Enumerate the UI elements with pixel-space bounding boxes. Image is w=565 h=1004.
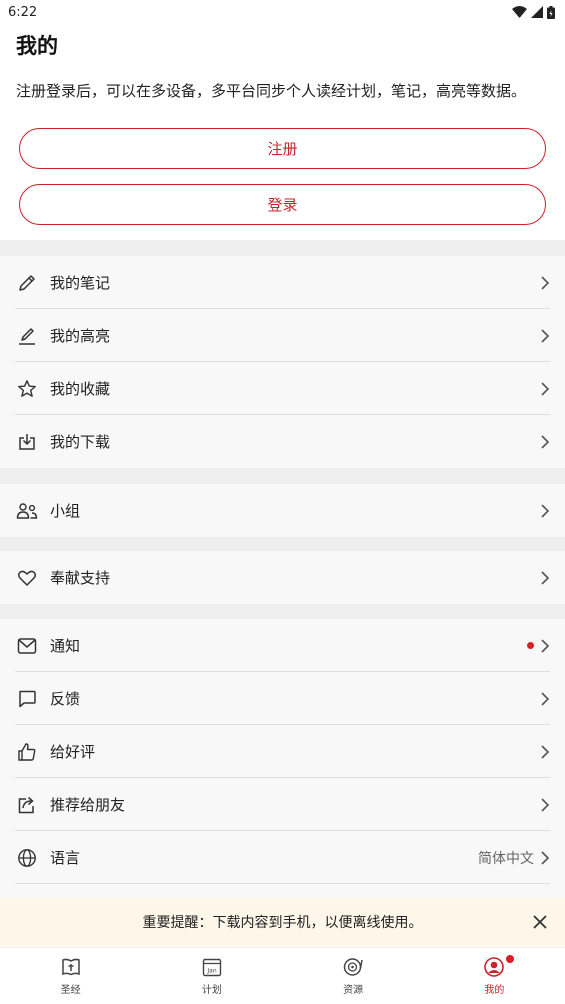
menu-group-groups: 小组	[0, 484, 565, 537]
tab-label-resources: 资源	[343, 985, 364, 996]
chevron-right-icon	[541, 381, 550, 396]
chevron-right-icon	[541, 503, 550, 518]
register-button[interactable]: 注册	[19, 128, 546, 169]
language-value: 简体中文	[478, 850, 534, 867]
menu-label-rate: 给好评	[50, 743, 96, 761]
row-separator	[15, 883, 550, 884]
menu-label-recommend: 推荐给朋友	[50, 796, 126, 814]
tab-plan[interactable]: Jan 计划	[141, 948, 282, 1004]
menu-item-rate[interactable]: 给好评	[0, 725, 565, 778]
menu-label-feedback: 反馈	[50, 690, 81, 708]
menu-label-language: 语言	[50, 849, 81, 867]
tab-mine[interactable]: 我的	[424, 948, 565, 1004]
menu-item-highlights[interactable]: 我的高亮	[0, 309, 565, 362]
banner-text: 重要提醒：下载内容到手机，以便离线使用。	[142, 915, 423, 931]
chevron-right-icon	[541, 328, 550, 343]
chevron-right-icon	[541, 275, 550, 290]
tab-mine-badge	[505, 955, 514, 963]
heart-icon	[16, 567, 38, 589]
notification-dot	[527, 642, 534, 649]
tab-resources[interactable]: 资源	[283, 948, 424, 1004]
section-divider	[0, 468, 565, 484]
thumbs-up-icon	[16, 741, 38, 763]
menu-label-highlights: 我的高亮	[50, 327, 111, 345]
menu-label-donate: 奉献支持	[50, 569, 111, 587]
download-icon	[16, 431, 38, 453]
page-title: 我的	[16, 34, 58, 58]
menu-group-donate: 奉献支持	[0, 551, 565, 604]
menu-label-groups: 小组	[50, 502, 81, 520]
bottom-tab-bar: 圣经 Jan 计划 资源 我的	[0, 947, 565, 1004]
menu-item-feedback[interactable]: 反馈	[0, 672, 565, 725]
tab-label-plan: 计划	[201, 985, 222, 996]
status-icons	[512, 5, 555, 19]
chevron-right-icon	[541, 797, 550, 812]
menu-item-donate[interactable]: 奉献支持	[0, 551, 565, 604]
menu-label-notifications: 通知	[50, 637, 81, 655]
menu-item-recommend[interactable]: 推荐给朋友	[0, 778, 565, 831]
menu-item-favorites[interactable]: 我的收藏	[0, 362, 565, 415]
mail-icon	[16, 635, 38, 657]
login-button[interactable]: 登录	[19, 184, 546, 225]
chevron-right-icon	[541, 638, 550, 653]
section-divider	[0, 240, 565, 256]
tab-label-bible: 圣经	[60, 985, 81, 996]
chevron-right-icon	[541, 850, 550, 865]
star-icon	[16, 378, 38, 400]
chevron-right-icon	[541, 570, 550, 585]
bible-icon	[61, 958, 80, 976]
menu-group-personal: 我的笔记 我的高亮 我的收藏 我的下载	[0, 256, 565, 468]
signal-icon	[531, 6, 543, 18]
people-icon	[16, 500, 38, 522]
status-time: 6:22	[8, 4, 38, 20]
section-divider	[0, 537, 565, 551]
menu-item-notifications[interactable]: 通知	[0, 619, 565, 672]
menu-group-general: 通知 反馈 给好评 推荐给朋友 语言 简体中文	[0, 619, 565, 898]
menu-label-downloads: 我的下载	[50, 433, 111, 451]
pencil-icon	[16, 272, 38, 294]
user-avatar-icon	[484, 957, 505, 977]
menu-item-language[interactable]: 语言 简体中文	[0, 831, 565, 884]
battery-icon	[547, 5, 555, 19]
menu-label-notes: 我的笔记	[50, 274, 111, 292]
chevron-right-icon	[541, 744, 550, 759]
close-icon[interactable]	[531, 913, 549, 931]
menu-item-notes[interactable]: 我的笔记	[0, 256, 565, 309]
chevron-right-icon	[541, 691, 550, 706]
disc-icon	[343, 958, 363, 976]
globe-icon	[16, 847, 38, 869]
chevron-right-icon	[541, 434, 550, 449]
offline-reminder-banner: 重要提醒：下载内容到手机，以便离线使用。	[0, 898, 565, 946]
highlighter-icon	[16, 325, 38, 347]
tab-label-mine: 我的	[484, 985, 505, 996]
share-icon	[16, 794, 38, 816]
menu-item-downloads[interactable]: 我的下载	[0, 415, 565, 468]
chat-bubble-icon	[16, 688, 38, 710]
section-divider	[0, 604, 565, 619]
calendar-icon-text: Jan	[206, 968, 216, 975]
tab-bible[interactable]: 圣经	[0, 948, 141, 1004]
wifi-icon	[512, 6, 527, 18]
status-bar: 6:22	[0, 0, 565, 24]
menu-label-favorites: 我的收藏	[50, 380, 111, 398]
intro-text: 注册登录后，可以在多设备，多平台同步个人读经计划，笔记，高亮等数据。	[16, 82, 527, 100]
calendar-icon: Jan	[202, 958, 222, 977]
menu-item-groups[interactable]: 小组	[0, 484, 565, 537]
